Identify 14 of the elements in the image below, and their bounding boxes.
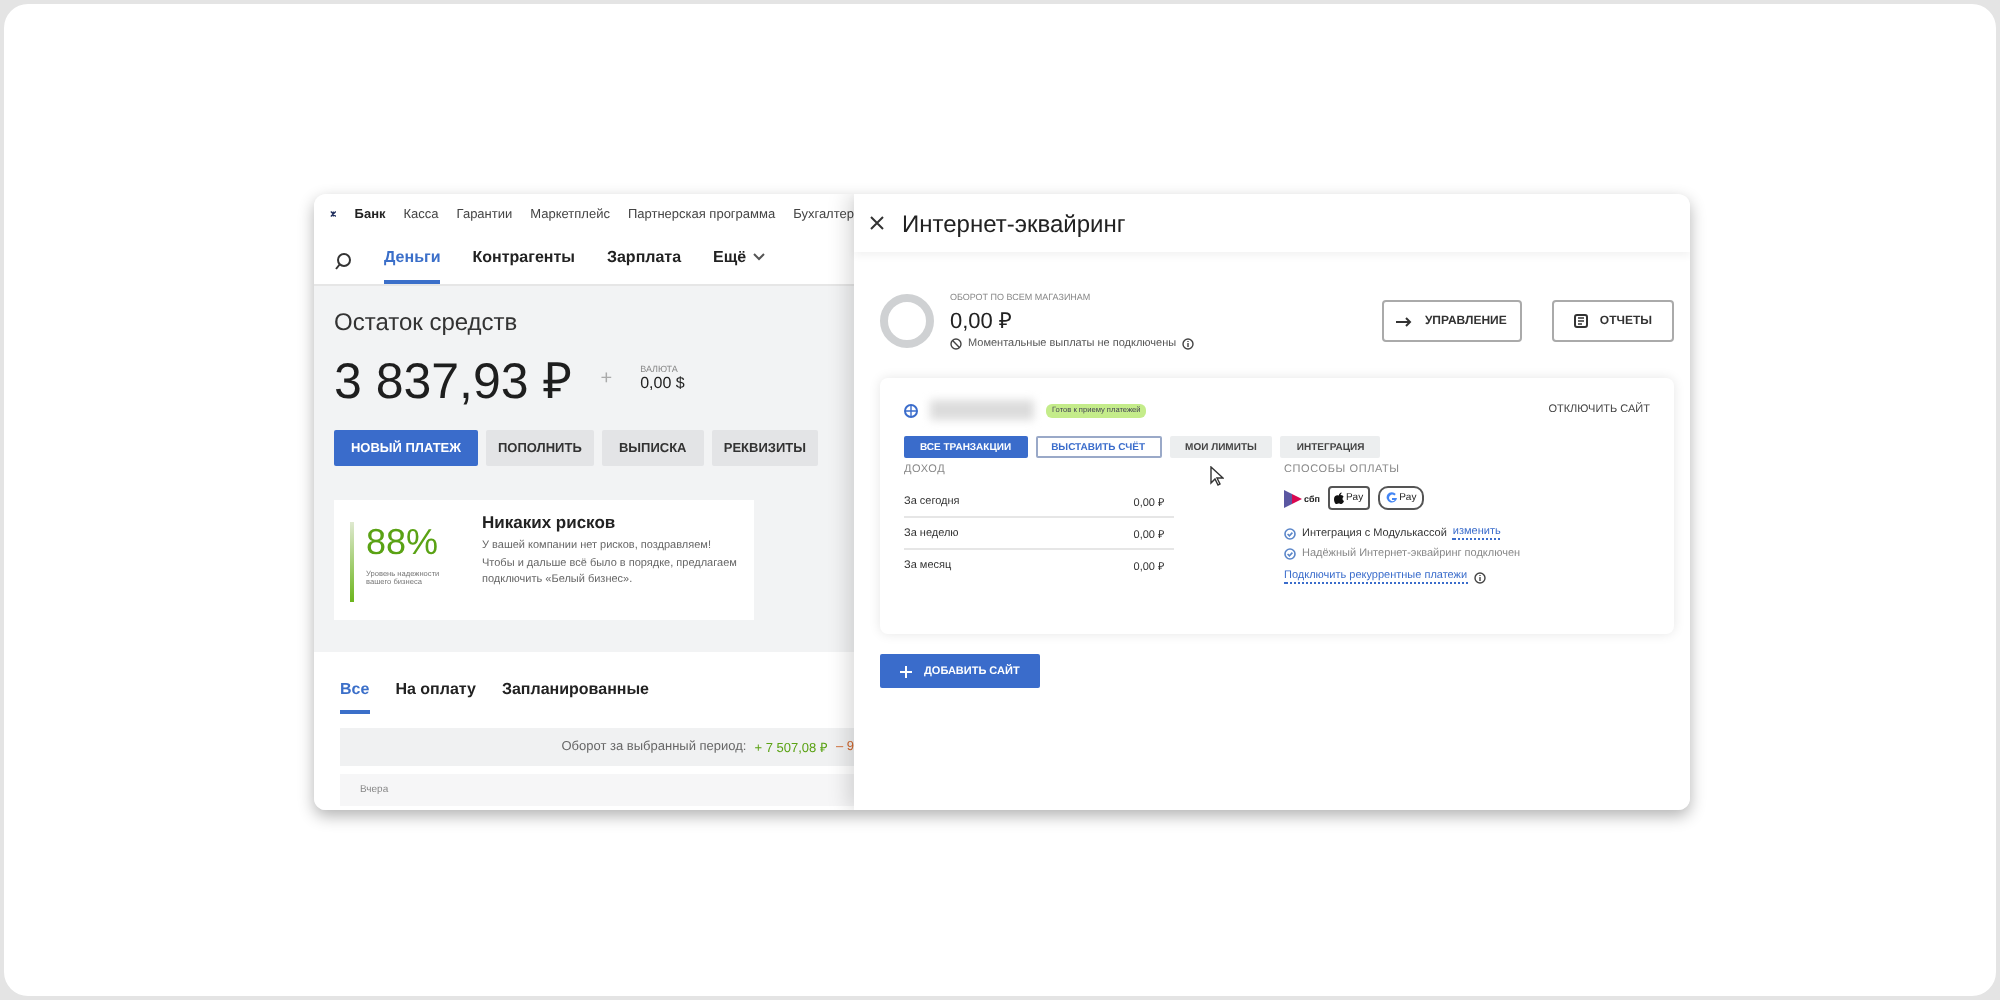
tab[interactable]: Все xyxy=(340,680,370,714)
reliability-percent: 88% xyxy=(366,522,441,564)
tab[interactable]: Запланированные xyxy=(501,680,650,714)
nav-tab[interactable]: Контрагенты xyxy=(472,248,575,284)
tab[interactable]: На оплату xyxy=(395,680,476,714)
balance-amount: 3 837,93 ₽ xyxy=(334,352,573,412)
nav-tab[interactable]: Деньги xyxy=(384,248,441,284)
panel-title: Интернет-эквайринг xyxy=(902,209,1126,237)
turnover-amount: 0,00 ₽ xyxy=(950,308,1013,334)
dropdown-menu[interactable]: Ещё xyxy=(713,248,767,284)
currency-amount: 0,00 $ xyxy=(640,374,685,392)
balance-title: Остаток средств xyxy=(334,308,520,336)
nav-tab[interactable]: Зарплата xyxy=(606,248,682,284)
card-title: Никаких рисков xyxy=(482,512,618,532)
